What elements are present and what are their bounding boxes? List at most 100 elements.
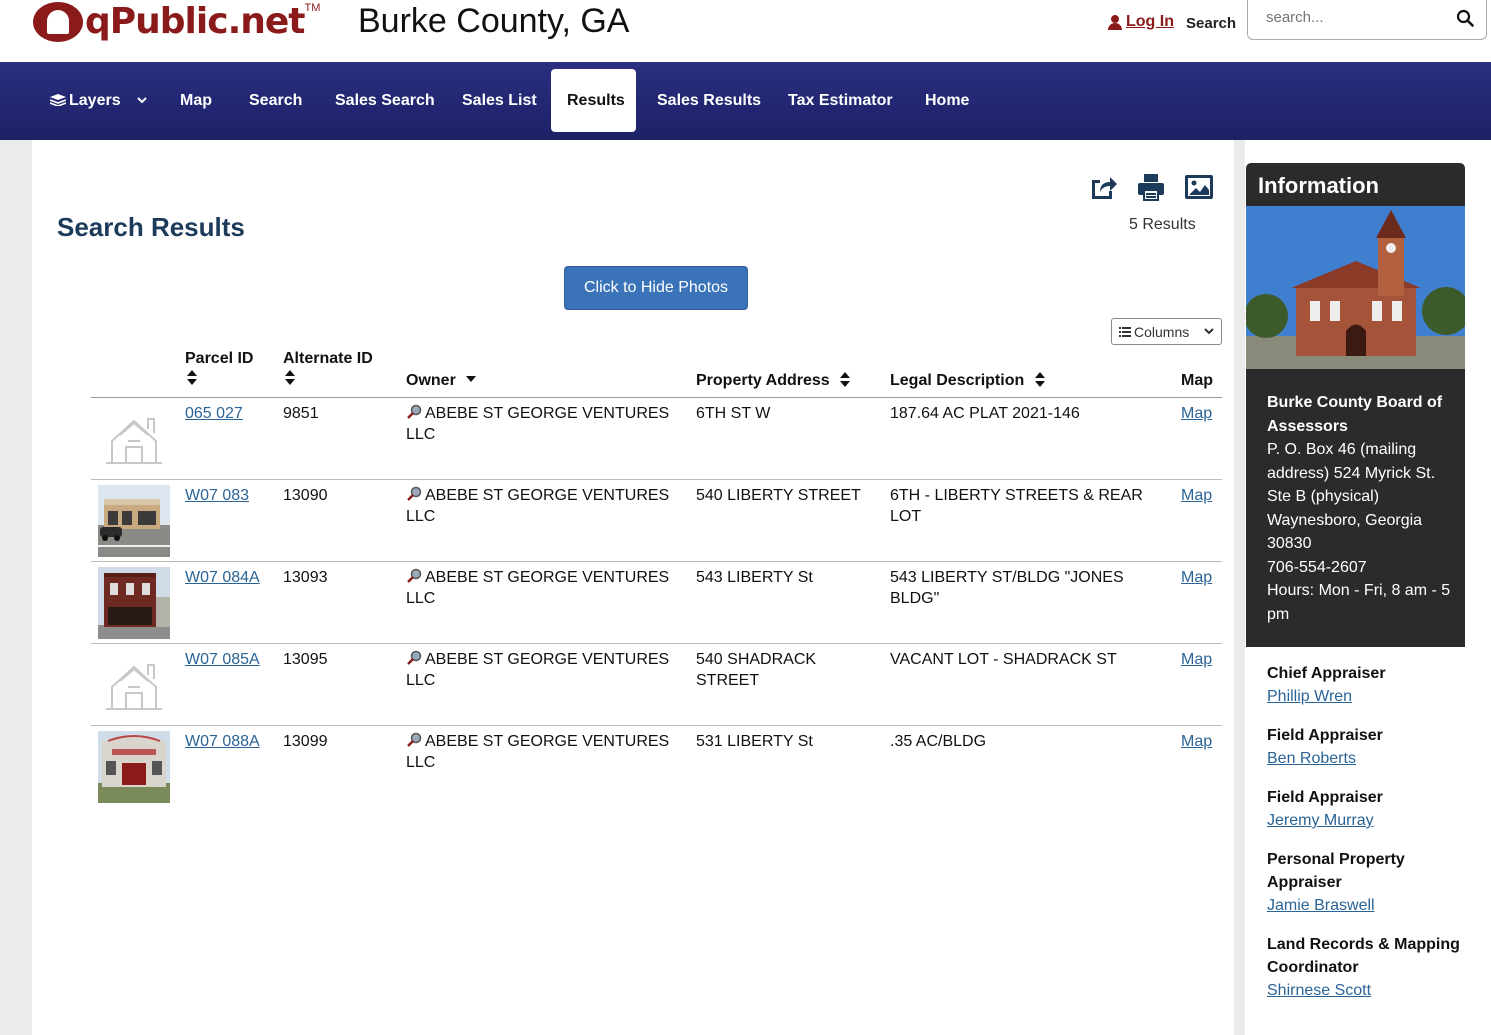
map-link[interactable]: Map — [1181, 403, 1212, 424]
legal-description: .35 AC/BLDG — [890, 731, 1175, 752]
old-building-photo[interactable] — [98, 731, 170, 803]
owner-search-icon[interactable] — [406, 732, 422, 747]
owner-name: ABEBE ST GEORGE VENTURES — [425, 405, 670, 422]
legal-line: VACANT LOT - SHADRACK ST — [890, 651, 1117, 668]
nav-layers[interactable]: Layers — [34, 69, 163, 132]
address-line: 6TH ST W — [696, 405, 771, 422]
nav-layers-label: Layers — [69, 92, 121, 109]
parcel-id-link[interactable]: W07 085A — [185, 649, 260, 670]
owner-name: ABEBE ST GEORGE VENTURES — [425, 733, 670, 750]
owner-search-icon[interactable] — [406, 486, 422, 501]
legal-line: 6TH - LIBERTY STREETS & REAR LOT — [890, 487, 1143, 525]
chevron-down-icon — [137, 97, 147, 104]
owner-cell: ABEBE ST GEORGE VENTURES LLC — [406, 567, 686, 609]
legal-line: BLDG" — [890, 590, 940, 607]
address-line: STREET — [696, 672, 760, 689]
placeholder-house-photo[interactable] — [98, 403, 170, 475]
col-owner[interactable]: Owner — [406, 372, 477, 390]
map-link[interactable]: Map — [1181, 731, 1212, 752]
staff-item: Land Records & Mapping Coordinator Shirn… — [1267, 933, 1477, 1002]
parcel-id-link[interactable]: 065 027 — [185, 403, 243, 424]
nav-sales-search[interactable]: Sales Search — [319, 69, 451, 132]
staff-name-link[interactable]: Phillip Wren — [1267, 688, 1352, 705]
storefront-photo[interactable] — [98, 485, 170, 557]
staff-item: Chief Appraiser Phillip Wren — [1267, 662, 1477, 708]
nav-results[interactable]: Results — [551, 69, 636, 132]
layers-icon — [50, 94, 66, 106]
owner-cell: ABEBE ST GEORGE VENTURES LLC — [406, 731, 686, 773]
legal-description: 543 LIBERTY ST/BLDG "JONES BLDG" — [890, 567, 1175, 609]
col-legal-description-label: Legal Description — [890, 372, 1025, 389]
staff-item: Field Appraiser Jeremy Murray — [1267, 786, 1477, 832]
owner-cell: ABEBE ST GEORGE VENTURES LLC — [406, 403, 686, 445]
owner-search-icon[interactable] — [406, 568, 422, 583]
placeholder-house-photo[interactable] — [98, 649, 170, 721]
staff-role: Field Appraiser — [1267, 727, 1383, 744]
property-address: 543 LIBERTY St — [696, 567, 876, 588]
parcel-id-link[interactable]: W07 084A — [185, 567, 260, 588]
map-link[interactable]: Map — [1181, 485, 1212, 506]
brick-building-photo[interactable] — [98, 567, 170, 639]
staff-name-link[interactable]: Shirnese Scott — [1267, 982, 1371, 999]
map-link[interactable]: Map — [1181, 567, 1212, 588]
property-address: 540 SHADRACK STREET — [696, 649, 876, 691]
page-title: Search Results — [57, 212, 245, 242]
office-contact: Burke County Board of Assessors P. O. Bo… — [1267, 391, 1457, 626]
parcel-id-link[interactable]: W07 083 — [185, 485, 249, 506]
image-icon[interactable] — [1184, 172, 1214, 202]
owner-name-cont: LLC — [406, 672, 436, 689]
property-address: 531 LIBERTY St — [696, 731, 876, 752]
login-link[interactable]: Log In — [1108, 13, 1174, 31]
table-row: W07 084A 13093 ABEBE ST GEORGE VENTURES L… — [91, 562, 1222, 644]
nav-home[interactable]: Home — [909, 69, 985, 132]
nav-sales-list[interactable]: Sales List — [446, 69, 553, 132]
col-legal-description[interactable]: Legal Description — [890, 372, 1045, 390]
owner-cell: ABEBE ST GEORGE VENTURES LLC — [406, 649, 686, 691]
col-parcel-id[interactable]: Parcel ID — [185, 350, 253, 385]
col-parcel-id-label: Parcel ID — [185, 350, 254, 367]
courthouse-logo-icon — [33, 2, 83, 42]
staff-name-link[interactable]: Jamie Braswell — [1267, 897, 1375, 914]
print-icon[interactable] — [1136, 172, 1166, 202]
logo-trademark: TM — [304, 2, 321, 14]
staff-name-link[interactable]: Jeremy Murray — [1267, 812, 1374, 829]
search-input[interactable] — [1266, 9, 1446, 26]
address-line: 543 LIBERTY St — [696, 569, 813, 586]
hide-photos-button[interactable]: Click to Hide Photos — [564, 266, 748, 310]
nav-tax-estimator[interactable]: Tax Estimator — [772, 69, 909, 132]
col-alternate-id[interactable]: Alternate ID — [283, 350, 373, 385]
columns-dropdown[interactable]: Columns — [1111, 318, 1222, 345]
sort-desc-icon — [466, 376, 477, 382]
org-name: Burke County Board of Assessors — [1267, 394, 1443, 435]
search-icon[interactable] — [1456, 9, 1474, 27]
nav-search[interactable]: Search — [233, 69, 318, 132]
qpublic-logo[interactable]: qPublic.net TM — [33, 0, 320, 44]
chevron-down-icon — [1204, 328, 1214, 335]
owner-search-icon[interactable] — [406, 404, 422, 419]
address-line: 540 LIBERTY STREET — [696, 487, 861, 504]
staff-item: Field Appraiser Ben Roberts — [1267, 724, 1477, 770]
staff-name-link[interactable]: Ben Roberts — [1267, 750, 1356, 767]
staff-role: Land Records & Mapping Coordinator — [1267, 936, 1460, 976]
login-label[interactable]: Log In — [1126, 13, 1174, 31]
office-address: P. O. Box 46 (mailing address) 524 Myric… — [1267, 441, 1436, 552]
legal-line: 543 LIBERTY ST/BLDG "JONES — [890, 569, 1124, 586]
search-box — [1247, 0, 1487, 40]
nav-map[interactable]: Map — [164, 69, 228, 132]
owner-search-icon[interactable] — [406, 650, 422, 665]
alternate-id: 9851 — [283, 405, 319, 422]
info-title: Information — [1258, 173, 1379, 198]
table-row: W07 083 13090 ABEBE ST GEORGE VENTURES LL… — [91, 480, 1222, 562]
table-row: W07 085A 13095 ABEBE ST GEORGE VENTURES L… — [91, 644, 1222, 726]
legal-line: 187.64 AC PLAT 2021-146 — [890, 405, 1080, 422]
col-property-address[interactable]: Property Address — [696, 372, 851, 390]
map-link[interactable]: Map — [1181, 649, 1212, 670]
courthouse-photo — [1246, 206, 1465, 369]
owner-name: ABEBE ST GEORGE VENTURES — [425, 651, 670, 668]
nav-sales-results[interactable]: Sales Results — [641, 69, 777, 132]
results-table: Parcel ID Alternate ID Owner Property Ad… — [91, 346, 1222, 808]
results-panel: Search Results 5 Results Click to Hide P… — [32, 140, 1234, 1035]
parcel-id-link[interactable]: W07 088A — [185, 731, 260, 752]
share-icon[interactable] — [1088, 172, 1118, 202]
logo-text: qPublic.net — [85, 1, 306, 42]
